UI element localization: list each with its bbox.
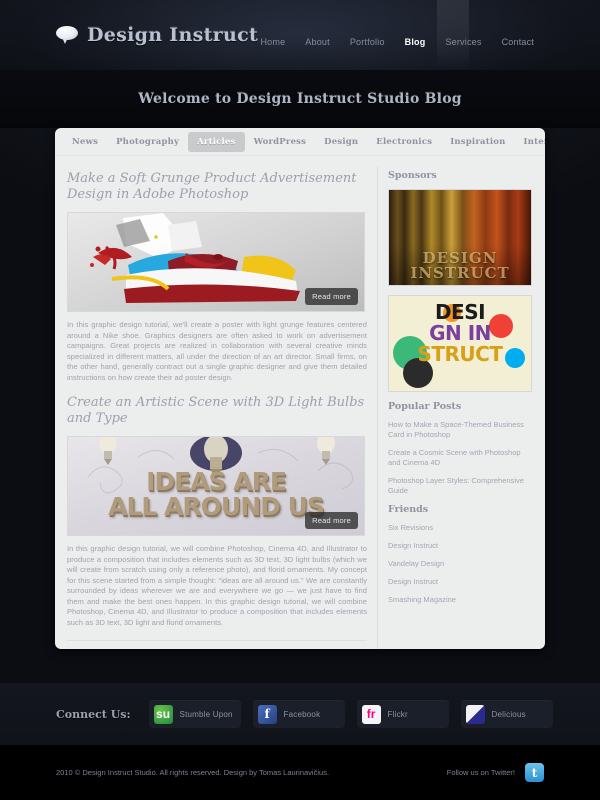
sponsor-banner-2[interactable]: DESI GN IN STRUCT: [388, 295, 532, 392]
flickr-icon: fr: [361, 704, 381, 724]
stumbleupon-icon: su: [153, 704, 173, 724]
tab-inspiration[interactable]: Inspiration: [441, 132, 514, 152]
friend-link[interactable]: Vandelay Design: [388, 559, 533, 569]
post-thumbnail[interactable]: IDEAS ARE ALL AROUND US Read more: [67, 436, 365, 536]
main-navigation: Home About Portfolio Blog Services Conta…: [250, 33, 544, 51]
posts-column: Make a Soft Grunge Product Advertisement…: [67, 166, 367, 649]
tab-photography[interactable]: Photography: [107, 132, 188, 152]
delicious-icon: [465, 704, 485, 724]
welcome-banner: Welcome to Design Instruct Studio Blog: [0, 70, 600, 128]
nav-item-home[interactable]: Home: [250, 33, 295, 51]
social-label: Facebook: [283, 709, 321, 719]
post-item: Create an Artistic Scene with 3D Light B…: [67, 395, 367, 628]
twitter-follow: Follow us on Twitter! t: [447, 763, 544, 782]
copyright-bar: 2010 © Design Instruct Studio. All right…: [0, 745, 600, 800]
sponsor2-line3: STRUCT: [417, 342, 503, 366]
content-panel: News Photography Articles WordPress Desi…: [55, 128, 545, 649]
post-excerpt: In this graphic design tutorial, we will…: [67, 544, 367, 627]
social-bar: Connect Us: su Stumble Upon f Facebook f…: [0, 683, 600, 745]
sidebar: Sponsors DESIGN INSTRUCT DESI GN IN STRU…: [377, 166, 533, 649]
social-button-delicious[interactable]: Delicious: [460, 700, 553, 728]
sponsor-banner-1[interactable]: DESIGN INSTRUCT: [388, 189, 532, 286]
social-label: Flickr: [387, 709, 408, 719]
tab-interviews[interactable]: Interviews: [515, 132, 545, 152]
pagination: Pages: 1 2 3 4 5 Last: [67, 640, 367, 649]
social-button-stumbleupon[interactable]: su Stumble Upon: [148, 700, 241, 728]
friend-link[interactable]: Design Instruct: [388, 577, 533, 587]
friend-link[interactable]: Six Revisions: [388, 523, 533, 533]
sponsor2-line2: GN IN: [429, 321, 491, 345]
tab-wordpress[interactable]: WordPress: [245, 132, 316, 152]
popular-post-link[interactable]: Create a Cosmic Scene with Photoshop and…: [388, 448, 533, 468]
page-root: Design Instruct Home About Portfolio Blo…: [0, 0, 600, 800]
post-item: Make a Soft Grunge Product Advertisement…: [67, 171, 367, 383]
social-buttons: su Stumble Upon f Facebook fr Flickr Del…: [148, 700, 553, 728]
tab-articles[interactable]: Articles: [188, 131, 245, 152]
popular-post-link[interactable]: Photoshop Layer Styles: Comprehensive Gu…: [388, 476, 533, 496]
site-header: Design Instruct Home About Portfolio Blo…: [0, 0, 600, 70]
read-more-button[interactable]: Read more: [305, 288, 358, 305]
facebook-icon: f: [257, 704, 277, 724]
nav-item-services[interactable]: Services: [435, 33, 491, 51]
friend-link[interactable]: Design Instruct: [388, 541, 533, 551]
tab-news[interactable]: News: [63, 132, 107, 152]
speech-bubble-icon: [56, 26, 78, 44]
popular-post-link[interactable]: How to Make a Space-Themed Business Card…: [388, 420, 533, 440]
panel-body: Make a Soft Grunge Product Advertisement…: [55, 156, 545, 649]
twitter-icon[interactable]: t: [525, 763, 544, 782]
site-logo[interactable]: Design Instruct: [56, 24, 258, 46]
tab-design[interactable]: Design: [315, 132, 367, 152]
social-button-flickr[interactable]: fr Flickr: [356, 700, 449, 728]
social-label: Delicious: [491, 709, 526, 719]
nav-item-blog[interactable]: Blog: [395, 33, 436, 51]
social-label: Stumble Upon: [179, 709, 233, 719]
friends-heading: Friends: [388, 504, 429, 515]
tab-electronics[interactable]: Electronics: [367, 132, 441, 152]
copyright-text: 2010 © Design Instruct Studio. All right…: [56, 768, 330, 777]
post-excerpt: In this graphic design tutorial, we'll c…: [67, 320, 367, 382]
post-title[interactable]: Make a Soft Grunge Product Advertisement…: [67, 171, 367, 203]
nav-item-contact[interactable]: Contact: [492, 33, 544, 51]
category-tabs: News Photography Articles WordPress Desi…: [55, 128, 545, 156]
read-more-button[interactable]: Read more: [305, 512, 358, 529]
twitter-label: Follow us on Twitter!: [446, 768, 515, 777]
artwork-text-line1: IDEAS ARE: [146, 467, 287, 496]
sponsor2-line1: DESI: [434, 300, 486, 324]
friend-link[interactable]: Smashing Magazine: [388, 595, 533, 605]
connect-label: Connect Us:: [56, 707, 131, 721]
sponsors-heading: Sponsors: [388, 170, 437, 181]
nav-item-about[interactable]: About: [295, 33, 340, 51]
sponsor-banner-2-text: DESI GN IN STRUCT: [389, 302, 531, 365]
post-thumbnail[interactable]: Read more: [67, 212, 365, 312]
social-button-facebook[interactable]: f Facebook: [252, 700, 345, 728]
page-title: Welcome to Design Instruct Studio Blog: [138, 91, 462, 107]
popular-posts-heading: Popular Posts: [388, 401, 462, 412]
nav-item-portfolio[interactable]: Portfolio: [340, 33, 395, 51]
logo-text: Design Instruct: [87, 24, 259, 46]
post-title[interactable]: Create an Artistic Scene with 3D Light B…: [67, 395, 367, 427]
sponsor-banner-1-text: DESIGN INSTRUCT: [410, 249, 510, 282]
